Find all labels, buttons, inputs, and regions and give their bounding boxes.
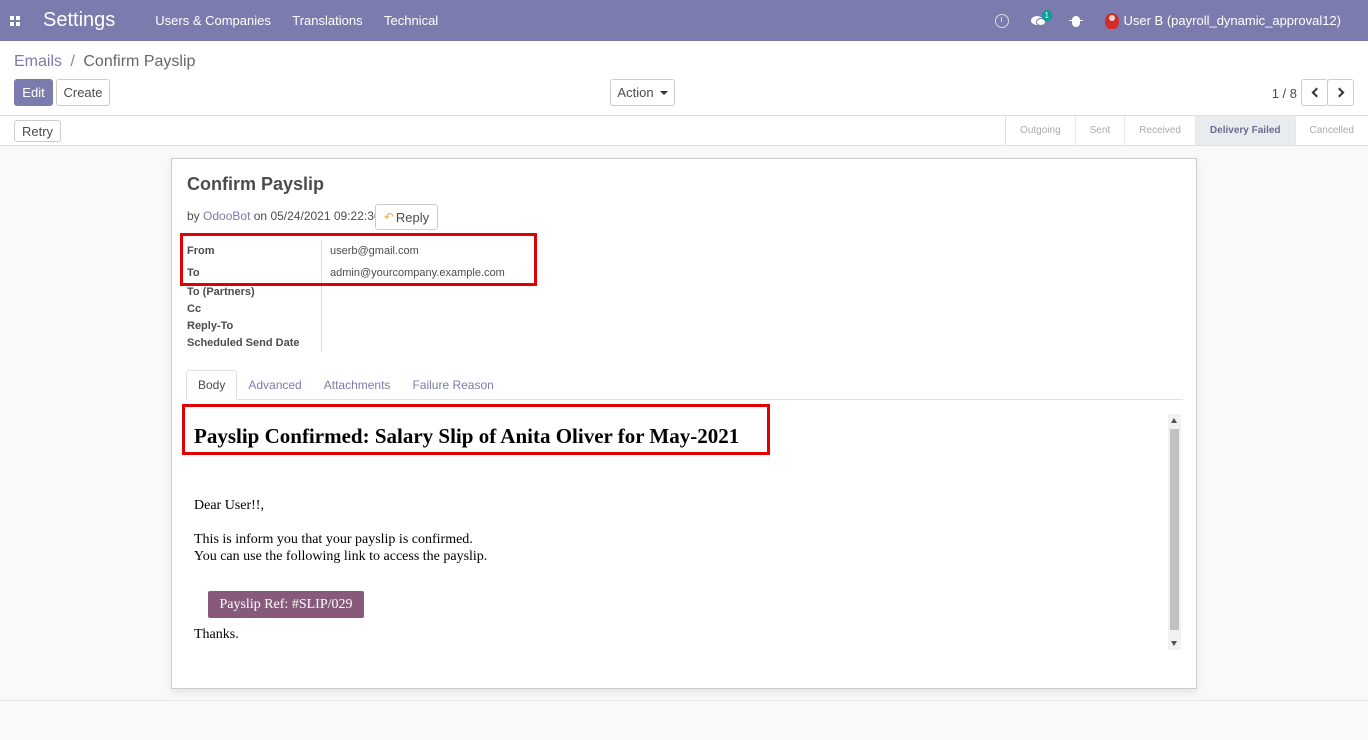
record-date: 05/24/2021 09:22:36 (270, 209, 381, 223)
reply-button[interactable]: ↶ Reply (375, 204, 438, 230)
author-link[interactable]: OdooBot (203, 209, 250, 223)
user-menu[interactable]: User B (payroll_dynamic_approval12) (1104, 12, 1342, 29)
chat-icon[interactable]: 1 (1030, 9, 1052, 28)
control-panel: Emails / Confirm Payslip Edit Create Act… (0, 41, 1368, 116)
chevron-right-icon (1334, 87, 1344, 98)
form-sheet: Confirm Payslip by OdooBot on 05/24/2021… (171, 158, 1197, 689)
tab-body[interactable]: Body (186, 370, 238, 400)
apps-menu-icon[interactable] (0, 0, 30, 41)
record-title: Confirm Payslip (187, 174, 325, 194)
stage-sent[interactable]: Sent (1076, 116, 1126, 145)
mail-greeting: Dear User!!, (194, 498, 264, 513)
field-label: Scheduled Send Date (187, 335, 322, 352)
app-title: Settings (43, 9, 116, 31)
field-reply-to: Reply-To (187, 318, 505, 335)
menu-translations[interactable]: Translations (292, 13, 362, 28)
footer-divider (0, 700, 1368, 701)
tab-failure-reason[interactable]: Failure Reason (401, 370, 504, 400)
breadcrumb-emails[interactable]: Emails (14, 53, 62, 70)
scrollbar-thumb[interactable] (1170, 429, 1179, 630)
highlight-box-from-to (180, 233, 537, 286)
by-prefix: by (187, 209, 200, 223)
edit-button[interactable]: Edit (14, 79, 53, 106)
stage-pipeline: Outgoing Sent Received Delivery Failed C… (1005, 116, 1368, 145)
stage-delivery-failed[interactable]: Delivery Failed (1195, 116, 1296, 145)
tab-attachments[interactable]: Attachments (313, 370, 402, 400)
notebook-tabs: Body Advanced Attachments Failure Reason (186, 370, 1183, 400)
action-dropdown[interactable]: Action (610, 79, 675, 106)
systray: 1 User B (payroll_dynamic_approval12) (994, 0, 1368, 41)
create-button[interactable]: Create (56, 79, 110, 106)
retry-button[interactable]: Retry (14, 120, 61, 142)
highlight-box-heading (182, 404, 770, 455)
mail-line-2: You can use the following link to access… (194, 549, 488, 564)
chevron-left-icon (1311, 87, 1321, 98)
menu-technical[interactable]: Technical (384, 13, 438, 28)
user-name: User B (payroll_dynamic_approval12) (1123, 13, 1342, 28)
stage-cancelled[interactable]: Cancelled (1296, 116, 1368, 145)
main-menu: Users & Companies Translations Technical (155, 13, 456, 28)
top-navbar: Settings Users & Companies Translations … (0, 0, 1368, 41)
pager-value[interactable]: 1 / 8 (1272, 86, 1297, 101)
debug-bug-icon[interactable] (1068, 14, 1083, 28)
menu-users-companies[interactable]: Users & Companies (155, 13, 271, 28)
activity-clock-icon[interactable] (994, 13, 1009, 28)
reply-label: Reply (395, 209, 430, 225)
field-scheduled-date: Scheduled Send Date (187, 335, 505, 352)
avatar (1104, 12, 1119, 29)
scroll-down-icon[interactable] (1171, 641, 1177, 646)
pager-next-button[interactable] (1327, 79, 1354, 106)
action-label: Action (617, 85, 654, 100)
breadcrumb-current: Confirm Payslip (83, 53, 196, 70)
mail-line-1: This is inform you that your payslip is … (194, 532, 473, 547)
chat-count-badge: 1 (1041, 9, 1052, 21)
payslip-ref-button[interactable]: Payslip Ref: #SLIP/029 (208, 591, 364, 618)
stage-received[interactable]: Received (1125, 116, 1196, 145)
reply-arrow-icon: ↶ (383, 210, 394, 224)
field-to-partners: To (Partners) (187, 284, 505, 301)
stage-outgoing[interactable]: Outgoing (1006, 116, 1076, 145)
tab-advanced[interactable]: Advanced (237, 370, 312, 400)
field-label: Cc (187, 301, 322, 318)
scroll-up-icon[interactable] (1171, 418, 1177, 423)
field-cc: Cc (187, 301, 505, 318)
field-label: Reply-To (187, 318, 322, 335)
breadcrumb: Emails / Confirm Payslip (14, 53, 195, 71)
mail-body-scrollbar[interactable] (1168, 414, 1181, 650)
mail-closing: Thanks. (194, 627, 239, 642)
caret-down-icon (659, 90, 668, 95)
pager-previous-button[interactable] (1301, 79, 1328, 106)
field-label: To (Partners) (187, 284, 322, 301)
breadcrumb-separator: / (70, 53, 75, 70)
byline: by OdooBot on 05/24/2021 09:22:36 (187, 209, 381, 223)
on-prefix: on (253, 209, 268, 223)
status-bar: Retry Outgoing Sent Received Delivery Fa… (0, 116, 1368, 146)
